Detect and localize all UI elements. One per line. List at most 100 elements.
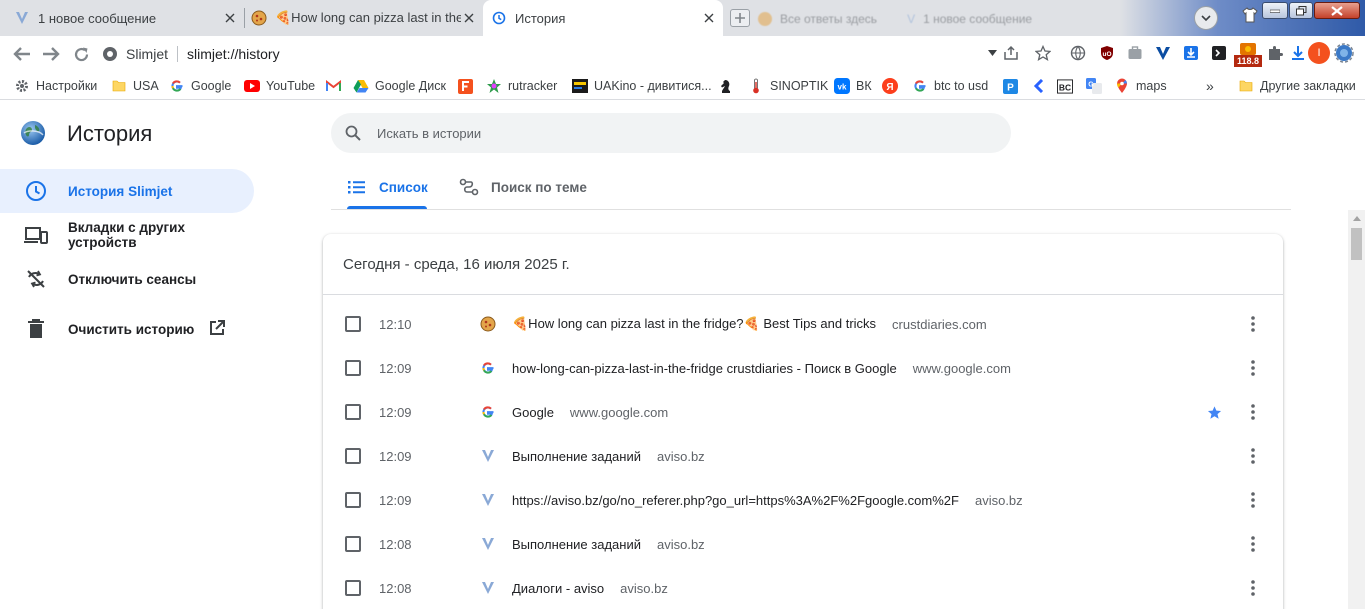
bookmark-yandex[interactable]: Я bbox=[882, 77, 904, 95]
entry-checkbox[interactable] bbox=[345, 536, 361, 552]
bookmark-gmail[interactable] bbox=[325, 77, 347, 95]
sidebar-item-history[interactable]: История Slimjet bbox=[0, 169, 254, 213]
other-bookmarks-folder[interactable]: Другие закладки bbox=[1238, 77, 1356, 95]
bookmark-translate[interactable]: G bbox=[1086, 77, 1108, 95]
bookmarks-overflow-button[interactable]: » bbox=[1206, 77, 1214, 95]
maximize-button[interactable] bbox=[1289, 2, 1313, 19]
history-entry-row[interactable]: 12:09 Выполнение заданий aviso.bz bbox=[323, 434, 1283, 478]
globe-icon[interactable] bbox=[1069, 44, 1087, 62]
history-entry-row[interactable]: 12:10 🍕How long can pizza last in the fri… bbox=[323, 302, 1283, 346]
bookmark-settings[interactable]: Настройки bbox=[14, 77, 97, 95]
entry-link[interactable]: how-long-can-pizza-last-in-the-fridge cr… bbox=[512, 361, 1011, 376]
close-icon[interactable] bbox=[461, 10, 477, 26]
tab-journeys[interactable]: Поиск по теме bbox=[459, 165, 587, 209]
bookmark-vk[interactable]: vk ВК bbox=[834, 77, 872, 95]
entry-title[interactable]: 🍕How long can pizza last in the fridge?🍕… bbox=[512, 316, 876, 332]
omnibox[interactable]: Slimjet slimjet://history bbox=[102, 40, 1057, 68]
entry-checkbox[interactable] bbox=[345, 316, 361, 332]
sidebar-item-clear-history[interactable]: Очистить историю bbox=[0, 307, 254, 351]
entry-checkbox[interactable] bbox=[345, 580, 361, 596]
history-entry-row[interactable]: 12:09 https://aviso.bz/go/no_referer.php?… bbox=[323, 478, 1283, 522]
bookmark-chess[interactable] bbox=[718, 77, 740, 95]
entry-checkbox[interactable] bbox=[345, 492, 361, 508]
tshirt-icon[interactable] bbox=[1242, 7, 1258, 23]
profile-avatar[interactable]: I bbox=[1308, 42, 1330, 64]
more-actions-icon[interactable] bbox=[1243, 578, 1263, 598]
back-button[interactable] bbox=[12, 44, 32, 64]
entry-title[interactable]: Google bbox=[512, 405, 554, 420]
share-icon[interactable] bbox=[1002, 44, 1020, 62]
tab-pizza[interactable]: 🍕How long can pizza last in the fridge bbox=[245, 0, 483, 36]
history-entry-row[interactable]: 12:09 how-long-can-pizza-last-in-the-frid… bbox=[323, 346, 1283, 390]
history-entry-row[interactable]: 12:08 Диалоги - aviso aviso.bz bbox=[323, 566, 1283, 609]
history-entry-row[interactable]: 12:08 Выполнение заданий aviso.bz bbox=[323, 522, 1283, 566]
extensions-puzzle-icon[interactable] bbox=[1266, 44, 1284, 62]
terminal-icon[interactable] bbox=[1210, 44, 1228, 62]
tab-history[interactable]: История bbox=[483, 0, 723, 36]
briefcase-icon[interactable] bbox=[1126, 44, 1144, 62]
bookmark-rutracker[interactable]: rutracker bbox=[486, 77, 557, 95]
more-actions-icon[interactable] bbox=[1243, 534, 1263, 554]
profile-avatar-button[interactable] bbox=[1194, 6, 1218, 30]
more-actions-icon[interactable] bbox=[1243, 358, 1263, 378]
bookmark-btc-to-usd[interactable]: btc to usd bbox=[912, 77, 988, 95]
more-actions-icon[interactable] bbox=[1243, 402, 1263, 422]
entry-checkbox[interactable] bbox=[345, 448, 361, 464]
svg-text:uO: uO bbox=[1102, 51, 1111, 58]
caret-down-icon[interactable] bbox=[983, 44, 1001, 62]
history-search-field[interactable]: Искать в истории bbox=[331, 113, 1011, 153]
more-actions-icon[interactable] bbox=[1243, 490, 1263, 510]
scroll-up-arrow-icon[interactable] bbox=[1348, 210, 1365, 227]
settings-globe-icon[interactable] bbox=[1334, 43, 1354, 63]
sidebar-item-other-devices[interactable]: Вкладки с других устройств bbox=[0, 213, 254, 257]
bookmark-google[interactable]: Google bbox=[169, 77, 231, 95]
window-close-button[interactable] bbox=[1314, 2, 1360, 19]
entry-title[interactable]: how-long-can-pizza-last-in-the-fridge cr… bbox=[512, 361, 897, 376]
entry-title[interactable]: Выполнение заданий bbox=[512, 537, 641, 552]
bookmark-maps[interactable]: maps bbox=[1114, 77, 1167, 95]
entry-checkbox[interactable] bbox=[345, 404, 361, 420]
history-entry-row[interactable]: 12:09 Google www.google.com bbox=[323, 390, 1283, 434]
more-actions-icon[interactable] bbox=[1243, 446, 1263, 466]
bookmark-sinoptik[interactable]: SINOPTIK bbox=[748, 77, 828, 95]
download-square-icon[interactable] bbox=[1182, 44, 1200, 62]
tab-title: История bbox=[515, 10, 566, 26]
bookmark-youtube[interactable]: YouTube bbox=[244, 77, 315, 95]
downloads-icon[interactable] bbox=[1289, 44, 1307, 62]
reload-button[interactable] bbox=[71, 44, 91, 64]
sidebar-item-sync-off[interactable]: Отключить сеансы bbox=[0, 257, 254, 301]
tab-aviso[interactable]: 1 новое сообщение bbox=[0, 0, 244, 36]
ublock-icon[interactable]: uO bbox=[1098, 44, 1116, 62]
close-icon[interactable] bbox=[701, 10, 717, 26]
new-tab-button[interactable] bbox=[730, 9, 750, 27]
entry-title[interactable]: Диалоги - aviso bbox=[512, 581, 604, 596]
bookmark-uakino[interactable]: UAKino - дивитися... bbox=[572, 77, 712, 95]
scrollbar-thumb[interactable] bbox=[1351, 228, 1362, 260]
entry-checkbox[interactable] bbox=[345, 360, 361, 376]
bookmark-star-icon[interactable] bbox=[1034, 44, 1052, 62]
forward-button[interactable] bbox=[41, 44, 61, 64]
entry-title[interactable]: Выполнение заданий bbox=[512, 449, 641, 464]
entry-link[interactable]: 🍕How long can pizza last in the fridge?🍕… bbox=[512, 316, 987, 332]
entry-link[interactable]: Google www.google.com bbox=[512, 405, 668, 420]
bookmarked-star-icon[interactable] bbox=[1205, 403, 1223, 421]
entry-link[interactable]: Диалоги - aviso aviso.bz bbox=[512, 581, 668, 596]
entry-link[interactable]: Выполнение заданий aviso.bz bbox=[512, 537, 705, 552]
url-text[interactable]: slimjet://history bbox=[187, 46, 280, 62]
entry-title[interactable]: https://aviso.bz/go/no_referer.php?go_ur… bbox=[512, 493, 959, 508]
bookmark-bc[interactable]: BC bbox=[1057, 77, 1079, 95]
scrollbar[interactable] bbox=[1348, 210, 1365, 609]
minimize-button[interactable] bbox=[1262, 2, 1288, 19]
close-icon[interactable] bbox=[222, 10, 238, 26]
bookmark-google-drive[interactable]: Google Диск bbox=[353, 77, 446, 95]
tab-list[interactable]: Список bbox=[347, 165, 428, 209]
entry-link[interactable]: https://aviso.bz/go/no_referer.php?go_ur… bbox=[512, 493, 1023, 508]
bookmark-usa[interactable]: USA bbox=[111, 77, 159, 95]
bookmark-f[interactable] bbox=[457, 77, 479, 95]
v-extension-icon[interactable] bbox=[1154, 44, 1172, 62]
bookmark-arrow[interactable] bbox=[1031, 77, 1053, 95]
price-extension-icon[interactable]: 118.8 bbox=[1234, 42, 1262, 68]
entry-link[interactable]: Выполнение заданий aviso.bz bbox=[512, 449, 705, 464]
more-actions-icon[interactable] bbox=[1243, 314, 1263, 334]
bookmark-p[interactable]: P bbox=[1002, 77, 1024, 95]
